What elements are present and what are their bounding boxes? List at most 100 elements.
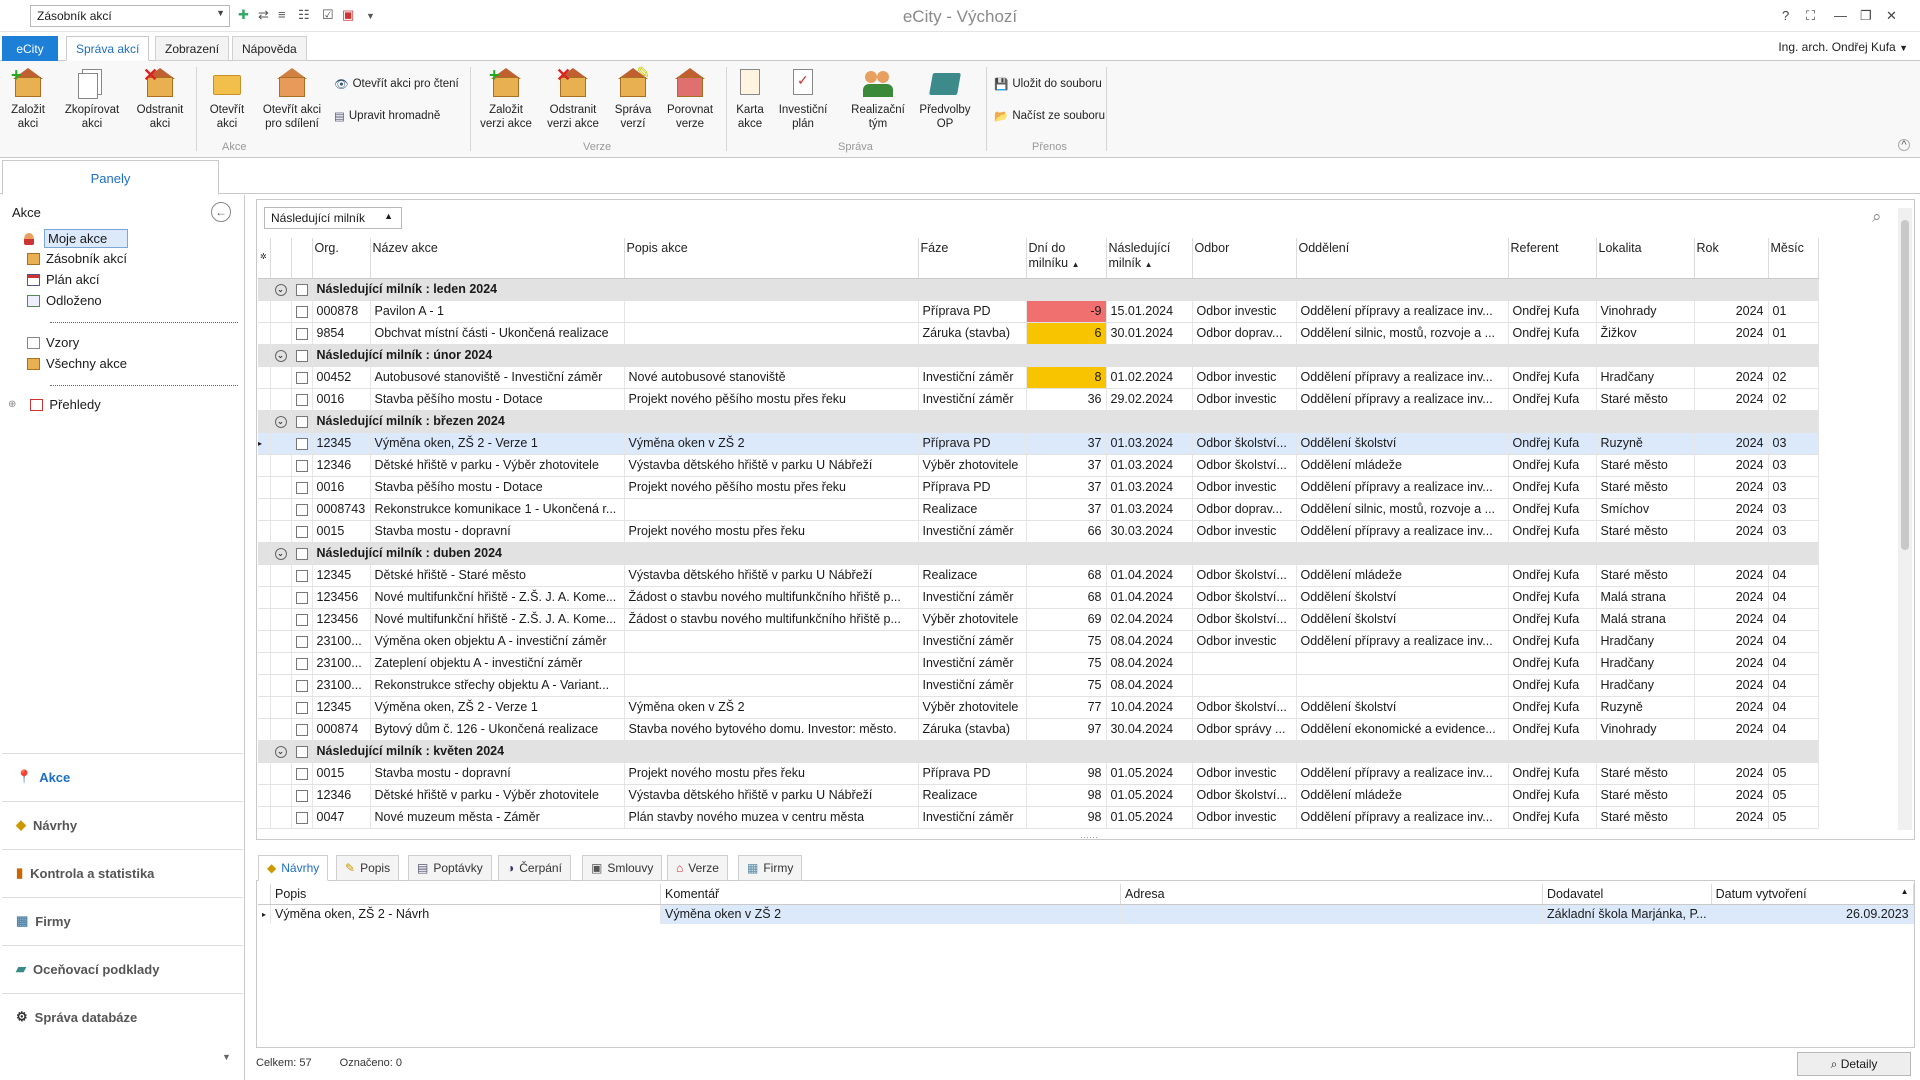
create-version-button[interactable]: + Založit verzi akce [476, 66, 536, 131]
splitter-handle[interactable]: ⋯⋯ [1080, 832, 1098, 843]
table-row[interactable]: 0015 Stavba mostu - dopravní Projekt novéh… [258, 762, 1819, 785]
load-from-file-button[interactable]: 📂 Načíst ze souboru [994, 109, 1105, 123]
col-header-odbor[interactable]: Odbor [1192, 238, 1297, 279]
nav-firmy[interactable]: ▦ Firmy [2, 897, 243, 944]
action-card-button[interactable]: Karta akce [730, 67, 770, 131]
tab-verze[interactable]: ⌂ Verze [667, 855, 728, 881]
row-checkbox[interactable] [291, 476, 313, 499]
table-row[interactable]: 000878 Pavilon A - 1 Příprava PD -9 15.01.20… [258, 300, 1819, 323]
tree-item-moje-akce[interactable]: Moje akce [24, 229, 129, 248]
col-header-rok[interactable]: Rok [1694, 238, 1769, 279]
table-row[interactable]: 123456 Nové multifunkční hřiště - Z.Š. J.… [258, 608, 1819, 631]
col-header-popis[interactable]: Popis [270, 884, 662, 905]
tab-ecity[interactable]: eCity [2, 36, 58, 61]
table-row[interactable]: 12346 Dětské hřiště v parku - Výběr zhoto… [258, 454, 1819, 477]
table-row[interactable]: 0015 Stavba mostu - dopravní Projekt novéh… [258, 520, 1819, 543]
table-row[interactable]: 000874 Bytový dům č. 126 - Ukončená reali… [258, 718, 1819, 741]
open-shared-button[interactable]: Otevřít akci pro sdílení [258, 67, 326, 131]
table-row[interactable]: 0016 Stavba pěšího mostu - Dotace Projekt … [258, 388, 1819, 411]
group-collapse[interactable]: ⌄ [270, 542, 292, 565]
group-row[interactable]: ⌄ Následující milník : květen 2024 [258, 740, 1819, 763]
investment-plan-button[interactable]: ✓ Investiční plán [774, 67, 832, 131]
group-collapse[interactable]: ⌄ [270, 740, 292, 763]
row-checkbox[interactable] [291, 520, 313, 543]
tree-item-prehledy[interactable]: ⊕ Přehledy [8, 397, 101, 412]
row-checkbox[interactable] [291, 608, 313, 631]
tree-item-plan[interactable]: Plán akcí [27, 272, 99, 287]
tab-sprava-akci[interactable]: Správa akcí [66, 36, 150, 61]
row-checkbox[interactable] [291, 718, 313, 741]
col-header-referent[interactable]: Referent [1508, 238, 1597, 279]
table-row[interactable]: 12345 Výměna oken, ZŠ 2 - Verze 1 Výměna o… [258, 696, 1819, 719]
group-row[interactable]: ⌄ Následující milník : leden 2024 [258, 278, 1819, 301]
col-header-adresa[interactable]: Adresa [1120, 884, 1544, 905]
col-header-dni[interactable]: Dní do milníku ▲ [1026, 238, 1107, 279]
tab-firmy[interactable]: ▦ Firmy [738, 855, 803, 881]
copy-action-button[interactable]: Zkopírovat akci [58, 67, 126, 131]
row-checkbox[interactable] [291, 432, 313, 455]
nav-sprava-db[interactable]: ⚙ Správa databáze [2, 993, 243, 1040]
row-checkbox[interactable] [291, 586, 313, 609]
help-icon[interactable]: ? [1782, 8, 1789, 23]
row-checkbox[interactable] [291, 498, 313, 521]
create-action-button[interactable]: + Založit akci [6, 66, 50, 131]
nav-akce[interactable]: 📍 Akce [2, 753, 243, 800]
row-checkbox[interactable] [291, 366, 313, 389]
close-icon[interactable]: ✕ [1886, 8, 1897, 24]
group-row[interactable]: ⌄ Následující milník : duben 2024 [258, 542, 1819, 565]
minimize-icon[interactable]: — [1834, 8, 1847, 23]
group-by-selector[interactable]: Následující milník ▲ [264, 207, 402, 229]
table-row[interactable]: 123456 Nové multifunkční hřiště - Z.Š. J.… [258, 586, 1819, 609]
col-header-datum[interactable]: Datum vytvoření ▲ [1711, 884, 1914, 905]
row-checkbox[interactable] [291, 630, 313, 653]
group-collapse[interactable]: ⌄ [270, 278, 292, 301]
table-row[interactable]: 23100... Rekonstrukce střechy objektu A -… [258, 674, 1819, 697]
col-header-faze[interactable]: Fáze [918, 238, 1027, 279]
bulk-edit-button[interactable]: ▤ Upravit hromadně [334, 109, 440, 123]
user-menu[interactable]: Ing. arch. Ondřej Kufa ▼ [1778, 40, 1908, 54]
table-row[interactable]: 12346 Dětské hřiště v parku - Výběr zhoto… [258, 784, 1819, 807]
group-row[interactable]: ⌄ Následující milník : únor 2024 [258, 344, 1819, 367]
table-row[interactable]: 9854 Obchvat místní části - Ukončená real… [258, 322, 1819, 345]
col-header-nazev[interactable]: Název akce [370, 238, 625, 279]
row-checkbox[interactable] [291, 674, 313, 697]
details-button[interactable]: ⌕ Detaily [1797, 1052, 1911, 1076]
row-checkbox[interactable] [291, 300, 313, 323]
back-arrow-icon[interactable]: ← [211, 202, 231, 222]
tab-smlouvy[interactable]: ▣ Smlouvy [582, 855, 663, 881]
tab-poptavky[interactable]: ▤ Poptávky [408, 855, 492, 881]
row-checkbox[interactable] [291, 388, 313, 411]
grid-scrollbar-thumb[interactable] [1901, 220, 1909, 550]
col-header-popis[interactable]: Popis akce [624, 238, 919, 279]
open-action-button[interactable]: Otevřít akci [202, 67, 252, 131]
table-row[interactable]: 12345 Dětské hřiště - Staré město Výstavba… [258, 564, 1819, 587]
tab-zobrazeni[interactable]: Zobrazení [155, 36, 230, 61]
row-checkbox[interactable] [291, 652, 313, 675]
compare-versions-button[interactable]: Porovnat verze [662, 67, 718, 131]
table-row[interactable]: 00452 Autobusové stanoviště - Investiční … [258, 366, 1819, 389]
tree-item-odlozeno[interactable]: Odloženo [27, 293, 102, 308]
row-checkbox[interactable] [291, 806, 313, 829]
table-row[interactable]: ▸ Výměna oken, ZŠ 2 - Návrh Výměna oken … [258, 904, 1914, 924]
tab-napoveda[interactable]: Nápověda [232, 36, 307, 61]
open-readonly-button[interactable]: 👁 Otevřít akci pro čtení [334, 77, 459, 91]
fullscreen-icon[interactable]: ⛶ [1806, 8, 1815, 24]
collapse-ribbon-icon[interactable]: ^ [1898, 139, 1910, 151]
col-header-komentar[interactable]: Komentář [660, 884, 1122, 905]
nav-navrhy[interactable]: ◆ Návrhy [2, 801, 243, 848]
col-header-mesic[interactable]: Měsíc [1768, 238, 1819, 279]
row-checkbox[interactable] [291, 784, 313, 807]
tab-popis[interactable]: ✎ Popis [336, 855, 400, 881]
tree-item-vsechny[interactable]: Všechny akce [27, 356, 127, 371]
save-to-file-button[interactable]: 💾 Uložit do souboru [994, 77, 1102, 91]
group-collapse[interactable]: ⌄ [270, 344, 292, 367]
manage-versions-button[interactable]: ✎ Správa verzí [612, 66, 654, 131]
nav-kontrola[interactable]: ▮ Kontrola a statistika [2, 849, 243, 896]
col-header-milnik[interactable]: Následující milník ▲ [1106, 238, 1193, 279]
col-header-oddeleni[interactable]: Oddělení [1296, 238, 1509, 279]
tab-panely[interactable]: Panely [2, 160, 219, 195]
team-button[interactable]: Realizační tým [846, 67, 910, 131]
table-row[interactable]: 0016 Stavba pěšího mostu - Dotace Projekt … [258, 476, 1819, 499]
group-row[interactable]: ⌄ Následující milník : březen 2024 [258, 410, 1819, 433]
table-row[interactable]: 0008743 Rekonstrukce komunikace 1 - Ukonč… [258, 498, 1819, 521]
